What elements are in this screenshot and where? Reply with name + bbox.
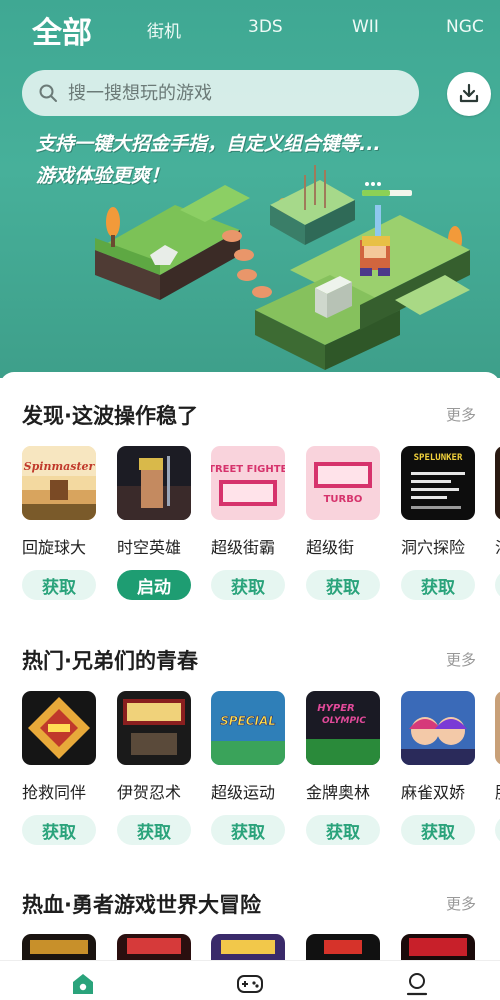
section-title: 热血·勇者游戏世界大冒险 — [22, 893, 261, 917]
tab-all[interactable]: 全部 — [32, 8, 92, 52]
game-cover[interactable] — [495, 446, 500, 520]
game-card[interactable] — [22, 934, 96, 960]
game-card[interactable]: 时空英雄 启动 — [117, 446, 191, 600]
game-cover[interactable]: TURBO — [306, 446, 380, 520]
get-button[interactable]: 获取 — [495, 815, 500, 845]
search-input[interactable] — [68, 82, 388, 104]
game-card[interactable] — [306, 934, 380, 960]
banner-line-1: 支持一键大招金手指，自定义组合键等... — [36, 133, 381, 155]
cover-title: SPECIAL — [220, 714, 276, 728]
download-icon — [459, 83, 479, 103]
game-card[interactable]: 肌 获取 — [495, 691, 500, 845]
section-title: 热门·兄弟们的青春 — [22, 649, 198, 673]
game-card[interactable]: SPECIAL 超级运动 获取 — [211, 691, 285, 845]
game-cover[interactable]: SPELUNKER — [401, 446, 475, 520]
game-name: 超级街霸 — [211, 538, 276, 557]
game-name: 伊贺忍术 — [117, 783, 182, 802]
get-button[interactable]: 获取 — [211, 815, 285, 845]
game-cover[interactable]: SPECIAL — [211, 691, 285, 765]
game-cover[interactable]: HYPER OLYMPIC — [306, 691, 380, 765]
get-button[interactable]: 获取 — [306, 815, 380, 845]
hero-banner[interactable]: 全部 街机 3DS WII NGC 支持一键大招金手指，自定义组合键等... 游… — [0, 0, 500, 378]
get-button[interactable]: 获取 — [401, 570, 475, 600]
gamepad-icon — [237, 975, 263, 993]
tab-3ds[interactable]: 3DS — [248, 17, 283, 37]
cover-title: HYPER — [317, 703, 354, 714]
game-card[interactable]: 麻雀双娇 获取 — [401, 691, 475, 845]
download-button[interactable] — [447, 72, 491, 116]
game-card[interactable]: SPELUNKER 洞穴探险 获取 — [401, 446, 475, 600]
game-cover[interactable] — [22, 691, 96, 765]
game-name: 超级运动 — [211, 783, 276, 802]
game-name: 抢救同伴 — [22, 783, 87, 802]
bottom-nav — [0, 960, 500, 1000]
banner-slogan: 支持一键大招金手指，自定义组合键等... 游戏体验更爽！ — [36, 128, 426, 192]
game-cover[interactable] — [22, 934, 96, 960]
more-link[interactable]: 更多 — [446, 649, 476, 670]
game-cover[interactable] — [306, 934, 380, 960]
search-icon — [39, 84, 57, 102]
game-card[interactable]: 沙 获取 — [495, 446, 500, 600]
game-cover[interactable]: Spinmaster — [22, 446, 96, 520]
game-cover[interactable] — [117, 446, 191, 520]
game-cover[interactable] — [401, 691, 475, 765]
profile-icon — [406, 973, 428, 996]
get-button[interactable]: 获取 — [117, 815, 191, 845]
get-button[interactable]: 获取 — [211, 570, 285, 600]
nav-profile[interactable] — [402, 969, 432, 999]
cover-title: SPELUNKER — [414, 453, 463, 463]
banner-line-2: 游戏体验更爽！ — [36, 165, 170, 187]
game-card[interactable]: TURBO 超级街 获取 — [306, 446, 380, 600]
more-link[interactable]: 更多 — [446, 404, 476, 425]
more-link[interactable]: 更多 — [446, 893, 476, 914]
get-button[interactable]: 获取 — [401, 815, 475, 845]
cover-title: Spinmaster — [24, 460, 96, 473]
game-card[interactable] — [401, 934, 475, 960]
game-name: 回旋球大 — [22, 538, 87, 557]
game-card[interactable]: 抢救同伴 获取 — [22, 691, 96, 845]
game-name: 时空英雄 — [117, 538, 182, 557]
get-button[interactable]: 获取 — [495, 570, 500, 600]
game-card[interactable]: STREET FIGHTER 超级街霸 获取 — [211, 446, 285, 600]
game-cover[interactable] — [117, 934, 191, 960]
home-icon — [73, 974, 93, 994]
game-cover[interactable]: STREET FIGHTER — [211, 446, 285, 520]
tab-ngc[interactable]: NGC — [446, 17, 484, 37]
game-card[interactable] — [211, 934, 285, 960]
game-name: 金牌奥林 — [306, 783, 371, 802]
cover-subtitle: TURBO — [324, 494, 363, 505]
game-name: 麻雀双娇 — [401, 783, 466, 802]
category-tabs: 全部 街机 3DS WII NGC — [0, 0, 500, 60]
game-name: 沙 — [495, 534, 500, 558]
game-cover[interactable] — [211, 934, 285, 960]
get-button[interactable]: 获取 — [22, 815, 96, 845]
game-card[interactable]: 伊贺忍术 获取 — [117, 691, 191, 845]
get-button[interactable]: 获取 — [306, 570, 380, 600]
game-name: 洞穴探险 — [401, 538, 466, 557]
game-card[interactable] — [117, 934, 191, 960]
game-card[interactable]: HYPER OLYMPIC 金牌奥林 获取 — [306, 691, 380, 845]
game-card[interactable]: Spinmaster 回旋球大 获取 — [22, 446, 96, 600]
launch-button[interactable]: 启动 — [117, 570, 191, 600]
nav-games[interactable] — [235, 969, 265, 999]
game-cover[interactable] — [117, 691, 191, 765]
nav-home[interactable] — [68, 969, 98, 999]
game-name: 肌 — [495, 779, 500, 803]
section-title: 发现·这波操作稳了 — [22, 404, 198, 428]
game-list: 发现·这波操作稳了 更多 Spinmaster 回旋球大 获取 时空英雄 启动 … — [0, 372, 500, 960]
get-button[interactable]: 获取 — [22, 570, 96, 600]
game-cover[interactable] — [495, 691, 500, 765]
game-name: 超级街 — [306, 538, 355, 557]
tab-arcade[interactable]: 街机 — [147, 17, 181, 42]
search-bar[interactable] — [22, 70, 419, 116]
game-cover[interactable] — [401, 934, 475, 960]
cover-subtitle: OLYMPIC — [322, 716, 366, 726]
cover-title: STREET FIGHTER — [211, 464, 285, 475]
tab-wii[interactable]: WII — [352, 17, 379, 37]
